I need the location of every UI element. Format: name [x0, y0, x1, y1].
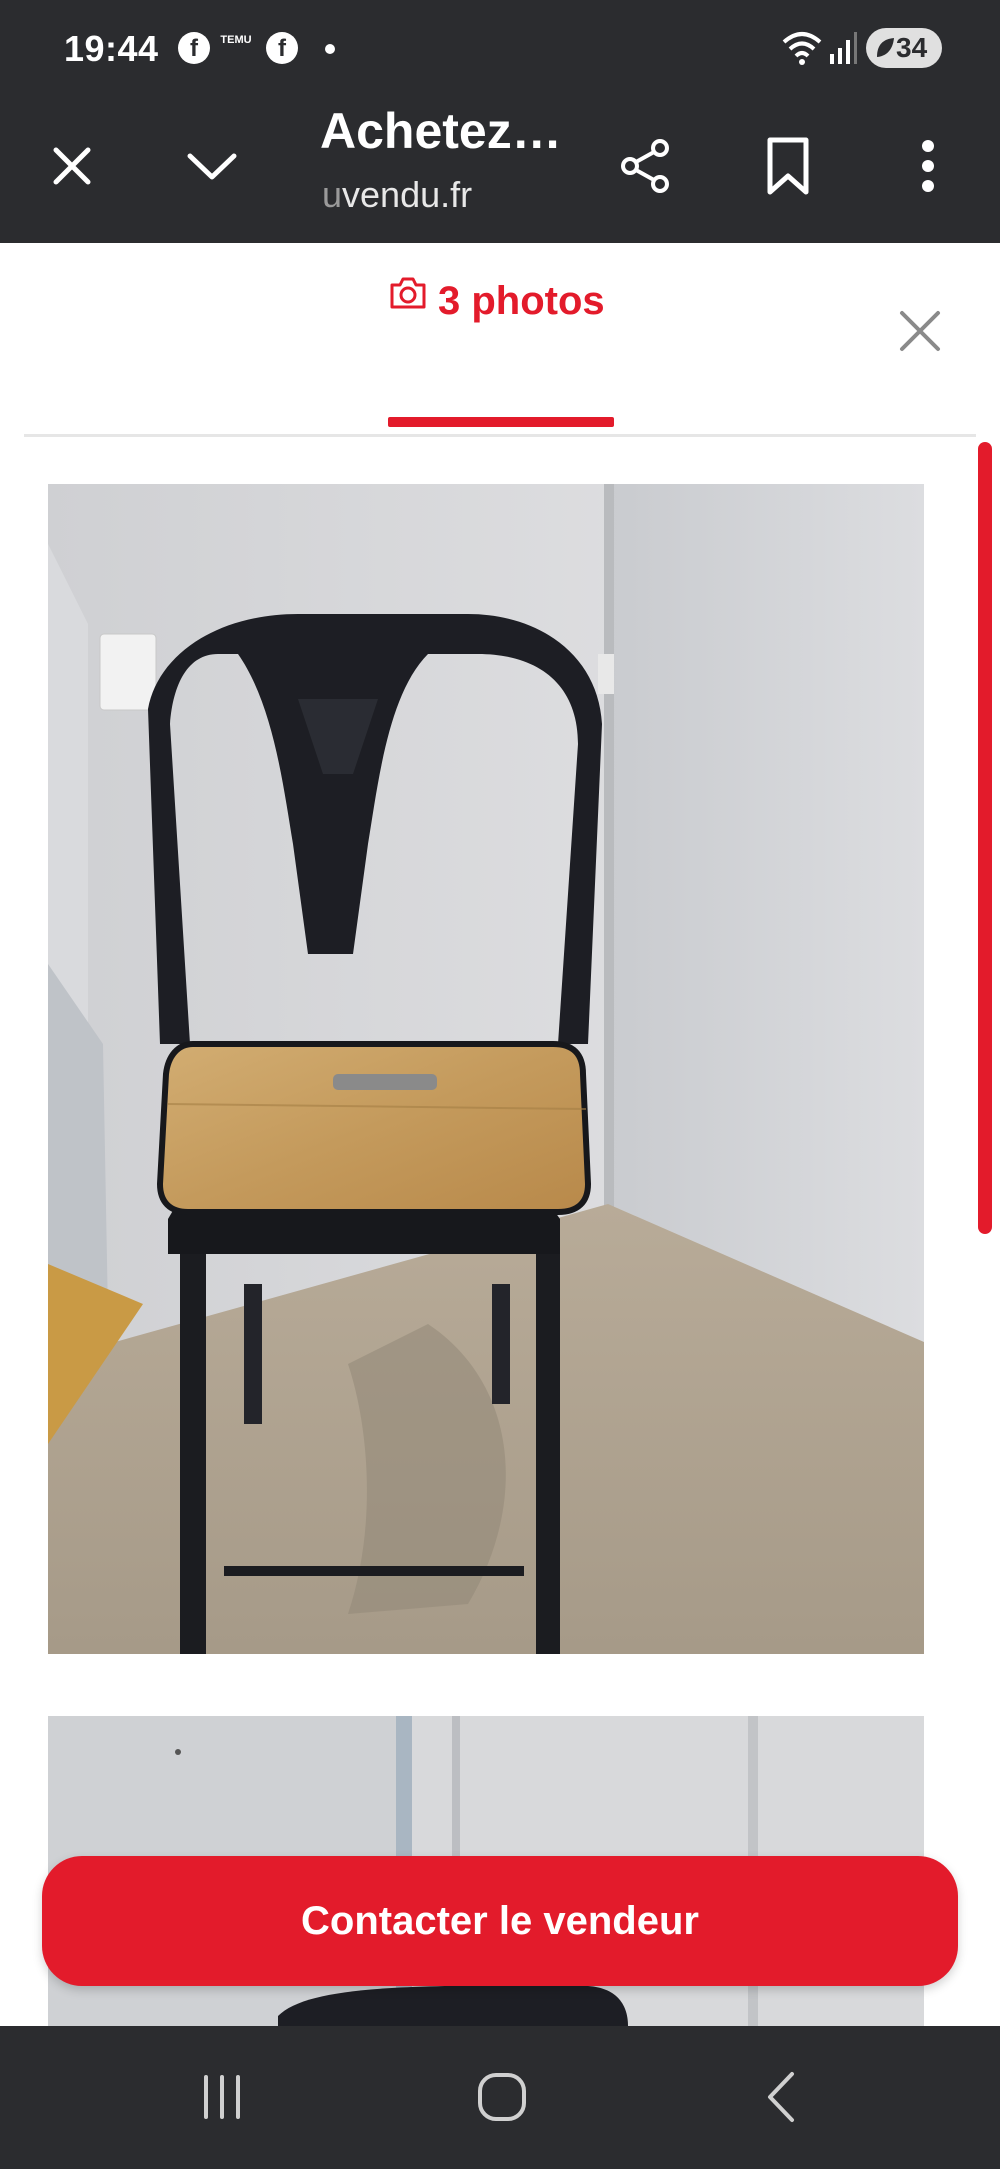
recent-apps-button[interactable]	[182, 2062, 262, 2132]
share-button[interactable]	[606, 126, 686, 206]
chevron-down-icon	[187, 153, 237, 180]
listing-photo-1[interactable]	[48, 484, 924, 1654]
contact-seller-button[interactable]: Contacter le vendeur	[42, 1856, 958, 1986]
url-domain: vendu.fr	[342, 174, 473, 215]
more-notifications-dot	[325, 44, 335, 54]
url-prefix: u	[322, 174, 343, 215]
temu-notification-icon: TEMU	[220, 34, 252, 46]
battery-indicator: 34	[866, 28, 942, 68]
scroll-indicator[interactable]	[978, 442, 992, 1234]
page-title: Achetez…	[320, 103, 562, 159]
leaf-icon	[877, 38, 894, 57]
back-button[interactable]	[742, 2062, 822, 2132]
system-nav-bar	[0, 2026, 1000, 2169]
bar-stool-image	[48, 484, 924, 1654]
facebook-notification-icon: f	[178, 32, 210, 64]
more-vert-icon	[922, 140, 934, 192]
tab-photos[interactable]: 3 photos	[388, 275, 614, 427]
photos-count-label: 3 photos	[438, 279, 605, 323]
facebook-notification-icon-2: f	[266, 32, 298, 64]
camera-icon	[390, 277, 426, 309]
active-tab-indicator	[388, 417, 614, 427]
close-tab-button[interactable]	[32, 126, 112, 206]
header-divider	[24, 434, 976, 437]
status-time: 19:44	[64, 28, 159, 69]
browser-chrome: 19:44 f TEMU f 34 Achetez… uvendu.fr	[0, 0, 1000, 243]
bookmark-button[interactable]	[748, 126, 828, 206]
recent-apps-icon	[204, 2075, 240, 2119]
wifi-icon	[782, 30, 822, 71]
close-icon	[900, 311, 940, 351]
gallery-header: 3 photos	[0, 243, 1000, 436]
page-url: uvendu.fr	[322, 174, 472, 216]
home-button[interactable]	[462, 2062, 542, 2132]
battery-level: 34	[896, 32, 928, 63]
bookmark-icon	[767, 137, 809, 195]
close-icon	[53, 147, 91, 185]
collapse-button[interactable]	[172, 126, 252, 206]
home-icon	[478, 2073, 526, 2121]
close-gallery-button[interactable]	[892, 303, 948, 359]
share-icon	[621, 139, 669, 193]
signal-icon	[828, 30, 858, 71]
status-bar: 19:44 f TEMU f 34	[0, 0, 1000, 96]
browser-toolbar: Achetez… uvendu.fr	[0, 96, 1000, 243]
back-icon	[768, 2072, 794, 2122]
more-options-button[interactable]	[888, 126, 968, 206]
